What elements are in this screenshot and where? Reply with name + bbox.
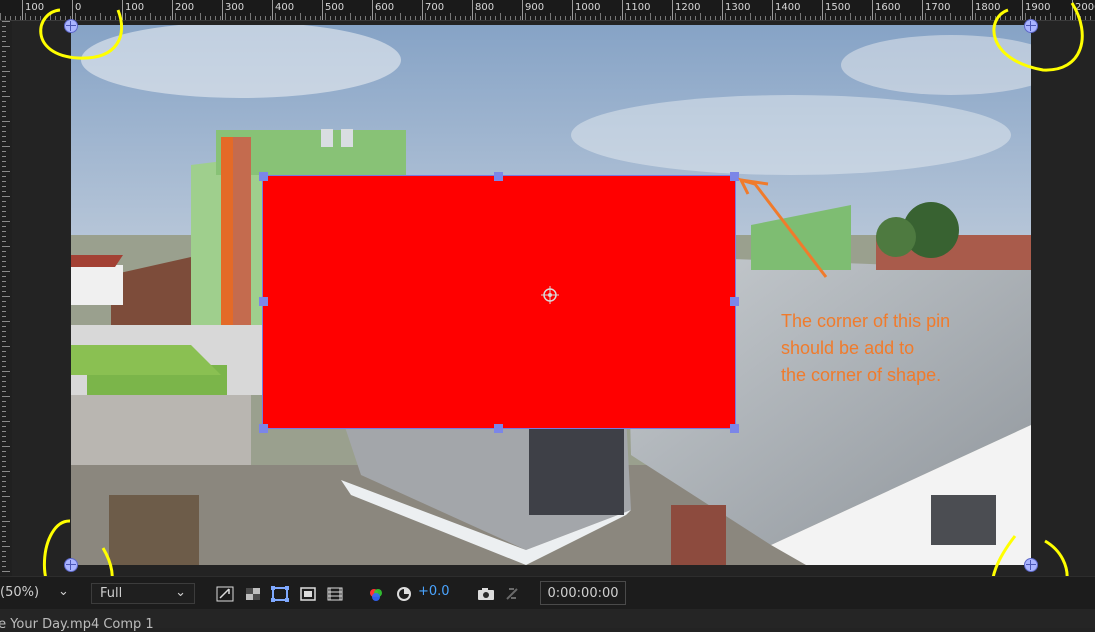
snapshot-icon[interactable] xyxy=(503,585,523,603)
zoom-label: (50%) xyxy=(0,585,40,600)
annotation-text: The corner of this pin should be add to … xyxy=(781,311,951,385)
fast-previews-icon[interactable] xyxy=(215,585,235,603)
checkerboard-icon[interactable] xyxy=(243,585,263,603)
status-bar: ke Your Day.mp4 Comp 1 xyxy=(0,609,1095,632)
zoom-control[interactable]: (50%) ⌄ xyxy=(0,583,74,604)
timecode: 0:00:00:00 xyxy=(547,585,619,601)
exposure-value[interactable]: +0.0 xyxy=(418,584,450,599)
viewer-controls: (50%) ⌄ Full ⌄ +0.0 0:00:00:00 xyxy=(0,576,1095,609)
frame-icon[interactable] xyxy=(298,585,318,603)
chevron-down-icon[interactable]: ⌄ xyxy=(175,585,186,600)
chevron-down-icon[interactable]: ⌄ xyxy=(58,584,69,599)
camera-icon[interactable] xyxy=(476,585,496,603)
timecode-display[interactable]: 0:00:00:00 xyxy=(540,581,626,605)
rgb-channels-icon[interactable] xyxy=(366,585,386,603)
comp-tab[interactable]: ke Your Day.mp4 Comp 1 xyxy=(0,617,154,632)
resolution-dropdown[interactable]: Full ⌄ xyxy=(91,583,195,604)
exposure-icon[interactable] xyxy=(394,585,414,603)
resolution-label: Full xyxy=(100,586,123,601)
grid-icon[interactable] xyxy=(325,585,345,603)
mask-path-icon[interactable] xyxy=(270,585,290,603)
